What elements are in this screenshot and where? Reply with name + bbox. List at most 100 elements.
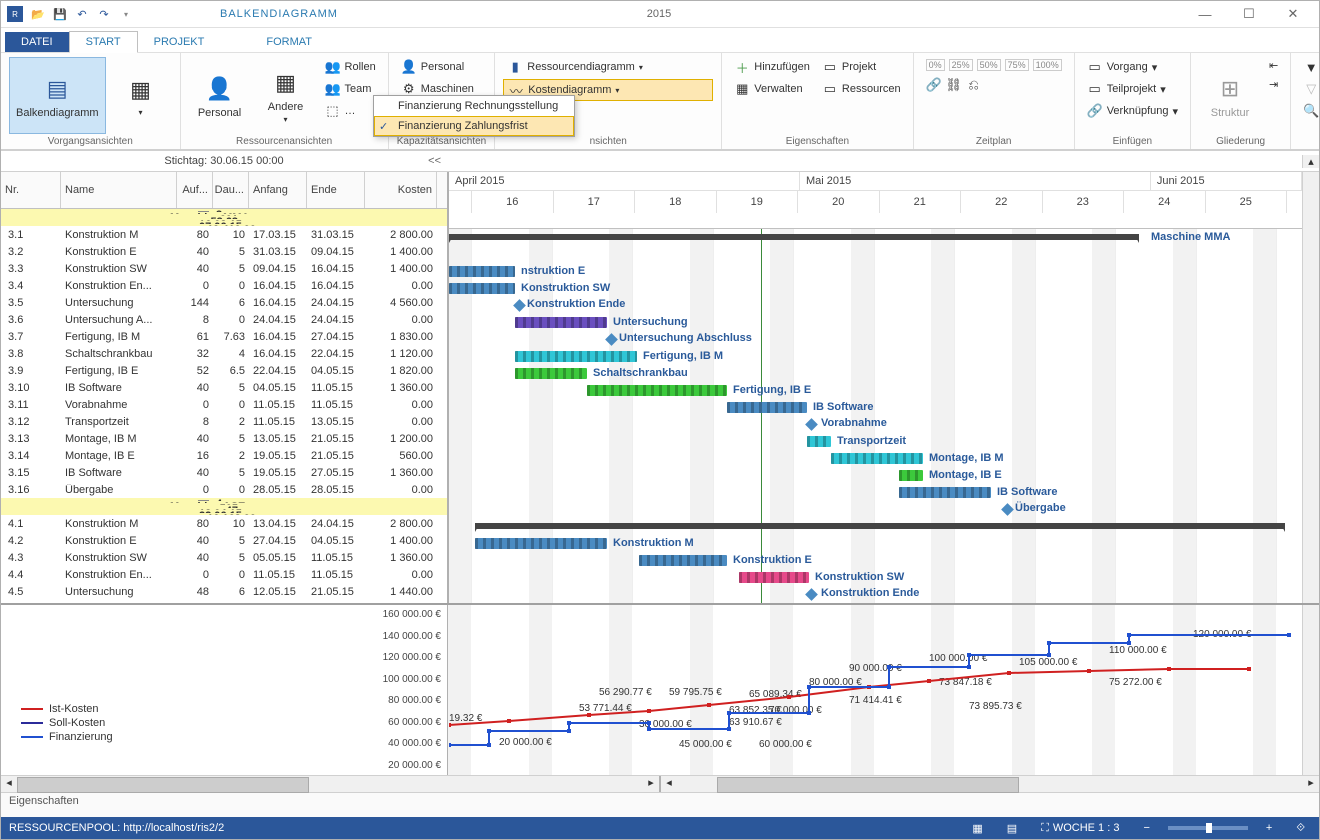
table-row[interactable]: 3.5Untersuchung144616.04.1524.04.154 560… <box>1 294 447 311</box>
table-row[interactable]: − 3Maschine MMA60153.6316.03.1507.06.151… <box>1 209 447 226</box>
col-dau[interactable]: Dau... <box>213 172 249 208</box>
table-row[interactable]: 3.4Konstruktion En...0016.04.1516.04.150… <box>1 277 447 294</box>
ins-teilprojekt[interactable]: ▭Teilprojekt ▾ <box>1083 79 1182 99</box>
rollen-button[interactable]: 👥Rollen <box>321 57 380 77</box>
task-bar[interactable]: Montage, IB M <box>831 453 923 464</box>
link-buttons[interactable]: 🔗⛓⎌ <box>922 75 1066 95</box>
table-row[interactable]: 3.9Fertigung, IB E526.522.04.1504.05.151… <box>1 362 447 379</box>
zoom-in[interactable]: + <box>1260 822 1278 834</box>
status-zoom-mode[interactable]: ⛶ WOCHE 1 : 3 <box>1035 822 1125 835</box>
task-bar[interactable]: Schaltschrankbau <box>515 368 587 379</box>
milestone[interactable] <box>513 299 526 312</box>
save-icon[interactable]: 💾 <box>53 7 67 21</box>
status-view1[interactable]: ▦ <box>966 822 988 835</box>
eig-projekt-button[interactable]: ▭Projekt <box>818 57 905 77</box>
col-name[interactable]: Name <box>61 172 177 208</box>
table-row[interactable]: 3.11Vorabnahme0011.05.1511.05.150.00 <box>1 396 447 413</box>
table-row[interactable]: 4.3Konstruktion SW40505.05.1511.05.151 3… <box>1 549 447 566</box>
table-row[interactable]: 4.4Konstruktion En...0011.05.1511.05.150… <box>1 566 447 583</box>
col-kosten[interactable]: Kosten <box>365 172 437 208</box>
properties-bar[interactable]: Eigenschaften <box>1 792 1319 817</box>
table-row[interactable]: 3.13Montage, IB M40513.05.1521.05.151 20… <box>1 430 447 447</box>
tab-start[interactable]: START <box>69 31 138 53</box>
milestone[interactable] <box>805 588 818 601</box>
tab-projekt[interactable]: PROJEKT <box>138 32 221 52</box>
suchen-button[interactable]: 🔍Suchen <box>1299 101 1320 121</box>
task-bar[interactable]: IB Software <box>899 487 991 498</box>
pool-button[interactable]: ⬚… <box>321 101 380 121</box>
summary-bar[interactable] <box>475 523 1285 529</box>
table-row[interactable]: 3.14Montage, IB E16219.05.1521.05.15560.… <box>1 447 447 464</box>
hinzufuegen-button[interactable]: ＋Hinzufügen <box>730 57 814 77</box>
ins-verknuepf[interactable]: 🔗Verknüpfung ▾ <box>1083 101 1182 121</box>
filtern-button[interactable]: ▼Filtern <box>1299 57 1320 77</box>
milestone[interactable] <box>805 418 818 431</box>
qat-dropdown-icon[interactable]: ▾ <box>119 7 133 21</box>
tab-format[interactable]: FORMAT <box>250 32 328 52</box>
table-row[interactable]: 3.12Transportzeit8211.05.1513.05.150.00 <box>1 413 447 430</box>
task-bar[interactable]: nstruktion E <box>449 266 515 277</box>
table-row[interactable]: 4.1Konstruktion M801013.04.1524.04.152 8… <box>1 515 447 532</box>
task-bar[interactable]: Konstruktion M <box>475 538 607 549</box>
kap-personal-button[interactable]: 👤Personal <box>397 57 478 77</box>
col-auf[interactable]: Auf... <box>177 172 213 208</box>
milestone[interactable] <box>1001 503 1014 516</box>
table-row[interactable]: 4.5Untersuchung48612.05.1521.05.151 440.… <box>1 583 447 600</box>
indent-button[interactable]: ⇤ <box>1265 57 1282 74</box>
team-button[interactable]: 👥Team <box>321 79 380 99</box>
gantt-chart[interactable]: April 2015Mai 2015Juni 2015 161718192021… <box>449 172 1302 603</box>
table-row[interactable]: 3.2Konstruktion E40531.03.1509.04.151 40… <box>1 243 447 260</box>
task-bar[interactable]: Montage, IB E <box>899 470 923 481</box>
table-row[interactable]: 3.1Konstruktion M801017.03.1531.03.152 8… <box>1 226 447 243</box>
table-row[interactable]: 4.2Konstruktion E40527.04.1504.05.151 40… <box>1 532 447 549</box>
task-bar[interactable]: Untersuchung <box>515 317 607 328</box>
table-row[interactable]: 3.16Übergabe0028.05.1528.05.150.00 <box>1 481 447 498</box>
table-row[interactable]: 3.15IB Software40519.05.1527.05.151 360.… <box>1 464 447 481</box>
verwalten-button[interactable]: ▦Verwalten <box>730 79 814 99</box>
zoom-slider[interactable] <box>1168 826 1248 830</box>
vorgang-more-button[interactable]: ▦▾ <box>110 57 172 134</box>
ressourcendiagramm-button[interactable]: ▮Ressourcendiagramm ▾ <box>503 57 713 77</box>
vertical-scrollbar[interactable] <box>1302 172 1319 603</box>
col-anfang[interactable]: Anfang <box>249 172 307 208</box>
table-row[interactable]: 3.3Konstruktion SW40509.04.1516.04.151 4… <box>1 260 447 277</box>
table-row[interactable]: 3.8Schaltschrankbau32416.04.1522.04.151 … <box>1 345 447 362</box>
task-bar[interactable]: Konstruktion SW <box>739 572 809 583</box>
maximize-button[interactable]: ☐ <box>1229 4 1269 24</box>
eig-ressourcen-button[interactable]: ▭Ressourcen <box>818 79 905 99</box>
status-view2[interactable]: ▤ <box>1001 822 1023 835</box>
andere-button[interactable]: ▦Andere▾ <box>255 57 317 134</box>
tab-datei[interactable]: DATEI <box>5 32 69 52</box>
undo-icon[interactable]: ↶ <box>75 7 89 21</box>
task-bar[interactable]: IB Software <box>727 402 807 413</box>
milestone[interactable] <box>605 333 618 346</box>
col-ende[interactable]: Ende <box>307 172 365 208</box>
horizontal-scrollbar[interactable]: ◂ ▸ ◂ ▸ <box>1 775 1319 792</box>
scroll-up-button[interactable]: ▴ <box>1302 155 1319 168</box>
outdent-button[interactable]: ⇥ <box>1265 76 1282 93</box>
personal-button[interactable]: 👤Personal <box>189 57 251 134</box>
menu-finanzierung-zahlung[interactable]: ✓Finanzierung Zahlungsfrist <box>374 116 574 136</box>
col-nr[interactable]: Nr. <box>1 172 61 208</box>
task-bar[interactable]: Fertigung, IB E <box>587 385 727 396</box>
task-bar[interactable]: Konstruktion SW <box>449 283 515 294</box>
task-bar[interactable]: Konstruktion E <box>639 555 727 566</box>
balkendiagramm-button[interactable]: ▤ Balkendiagramm <box>9 57 106 134</box>
struktur-button[interactable]: ⊞Struktur <box>1199 57 1261 134</box>
task-bar[interactable]: Transportzeit <box>807 436 831 447</box>
cost-chart-area[interactable]: 19.32 €53 771.44 €56 290.77 €59 795.75 €… <box>449 605 1302 775</box>
table-row[interactable]: 3.7Fertigung, IB M617.6316.04.1527.04.15… <box>1 328 447 345</box>
close-button[interactable]: ✕ <box>1273 4 1313 24</box>
status-resize[interactable]: ⟐ <box>1290 822 1311 835</box>
collapse-table-button[interactable]: << <box>428 155 441 167</box>
folder-open-icon[interactable]: 📂 <box>31 7 45 21</box>
table-row[interactable]: 3.10IB Software40504.05.1511.05.151 360.… <box>1 379 447 396</box>
menu-finanzierung-rechnung[interactable]: Finanzierung Rechnungsstellung <box>374 96 574 116</box>
task-bar[interactable]: Fertigung, IB M <box>515 351 637 362</box>
ins-vorgang[interactable]: ▭Vorgang ▾ <box>1083 57 1182 77</box>
redo-icon[interactable]: ↷ <box>97 7 111 21</box>
zoom-out[interactable]: − <box>1137 822 1155 834</box>
table-row[interactable]: 3.6Untersuchung A...8024.04.1524.04.150.… <box>1 311 447 328</box>
summary-bar[interactable] <box>449 234 1139 240</box>
table-row[interactable]: − 4Maschine ASE5054713.04.1522.06.1516 1… <box>1 498 447 515</box>
